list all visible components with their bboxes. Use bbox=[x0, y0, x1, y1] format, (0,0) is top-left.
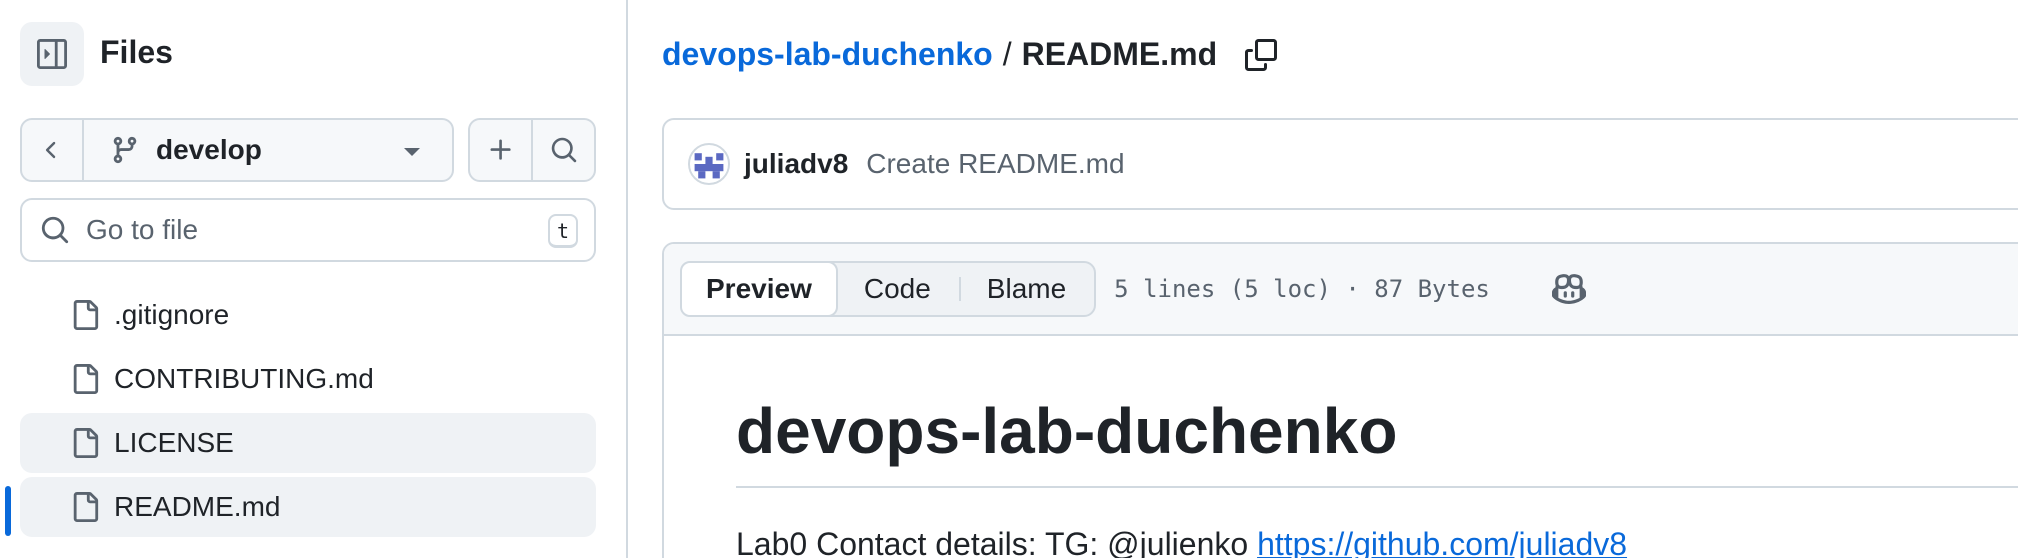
caret-down-icon bbox=[404, 148, 420, 156]
latest-commit-bar: juliadv8 Create README.md bbox=[662, 118, 2018, 210]
selected-item-indicator bbox=[5, 486, 11, 536]
readme-text: Lab0 Contact details: TG: @julienko bbox=[736, 526, 1258, 558]
go-to-file-placeholder: Go to file bbox=[86, 214, 199, 245]
tree-item-license[interactable]: LICENSE bbox=[20, 413, 596, 473]
file-icon bbox=[70, 492, 100, 522]
branch-name: develop bbox=[156, 134, 262, 165]
file-icon bbox=[70, 300, 100, 330]
back-button[interactable] bbox=[22, 120, 84, 180]
chevron-left-icon bbox=[45, 141, 56, 159]
file-content-area: devops-lab-duchenko / README.md juliadv8… bbox=[630, 0, 2018, 558]
git-branch-icon bbox=[113, 136, 137, 164]
collapse-sidebar-button[interactable] bbox=[20, 22, 84, 86]
tree-item-readme[interactable]: README.md bbox=[20, 477, 596, 537]
file-name: .gitignore bbox=[114, 299, 230, 330]
breadcrumb-file-name: README.md bbox=[1021, 36, 1218, 72]
commit-message-link[interactable]: Create README.md bbox=[866, 148, 1124, 180]
keyboard-shortcut-badge: t bbox=[548, 214, 578, 248]
tree-item-contributing[interactable]: CONTRIBUTING.md bbox=[20, 349, 596, 409]
tab-blame[interactable]: Blame bbox=[958, 263, 1094, 315]
search-icon bbox=[551, 137, 576, 163]
breadcrumb: devops-lab-duchenko / README.md bbox=[662, 36, 1278, 73]
branch-selector[interactable]: develop bbox=[84, 120, 452, 180]
copilot-icon bbox=[1551, 274, 1586, 304]
branch-group: develop bbox=[20, 118, 454, 182]
file-name: CONTRIBUTING.md bbox=[114, 363, 374, 394]
file-icon bbox=[70, 428, 100, 458]
breadcrumb-separator: / bbox=[1002, 36, 1012, 72]
file-tree-sidebar: Files develop Go to file t .gitignore CO… bbox=[0, 0, 628, 558]
readme-github-link[interactable]: https://github.com/juliadv8 bbox=[1257, 526, 1627, 558]
file-icon bbox=[70, 364, 100, 394]
copy-icon bbox=[1245, 38, 1278, 71]
readme-preview: devops-lab-duchenko Lab0 Contact details… bbox=[736, 394, 2018, 558]
tab-code[interactable]: Code bbox=[836, 263, 959, 315]
file-stats: 5 lines (5 loc) · 87 Bytes bbox=[1114, 275, 1490, 303]
tab-preview[interactable]: Preview bbox=[680, 261, 838, 317]
avatar[interactable] bbox=[688, 143, 730, 185]
file-tree: .gitignore CONTRIBUTING.md LICENSE READM… bbox=[20, 285, 596, 541]
file-name: README.md bbox=[114, 491, 281, 522]
add-file-button[interactable] bbox=[470, 120, 531, 180]
file-name: LICENSE bbox=[114, 427, 234, 458]
readme-paragraph: Lab0 Contact details: TG: @julienko http… bbox=[736, 526, 2018, 558]
tree-tools bbox=[468, 118, 596, 182]
tree-item-gitignore[interactable]: .gitignore bbox=[20, 285, 596, 345]
readme-heading: devops-lab-duchenko bbox=[736, 394, 2018, 488]
commit-author-link[interactable]: juliadv8 bbox=[744, 148, 848, 180]
file-header: Preview Code Blame 5 lines (5 loc) · 87 … bbox=[664, 244, 2018, 336]
file-viewer: Preview Code Blame 5 lines (5 loc) · 87 … bbox=[662, 242, 2018, 558]
view-mode-segmented-control: Preview Code Blame bbox=[680, 261, 1097, 317]
identicon-avatar-icon bbox=[691, 146, 727, 182]
plus-icon bbox=[490, 139, 511, 160]
search-icon bbox=[40, 215, 70, 245]
search-files-button[interactable] bbox=[531, 120, 594, 180]
go-to-file-input[interactable]: Go to file t bbox=[20, 198, 596, 262]
sidebar-collapse-icon bbox=[37, 39, 67, 69]
copy-path-button[interactable] bbox=[1245, 38, 1278, 71]
sidebar-title: Files bbox=[100, 34, 173, 70]
copilot-button[interactable] bbox=[1551, 272, 1586, 306]
breadcrumb-repo-link[interactable]: devops-lab-duchenko bbox=[662, 36, 993, 73]
